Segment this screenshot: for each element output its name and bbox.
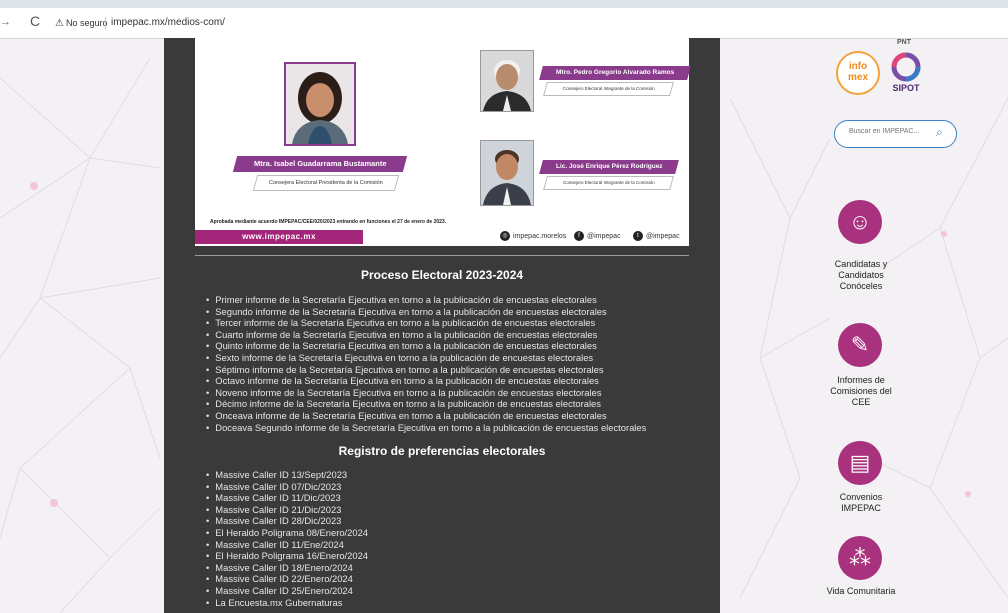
browser-top-strip bbox=[0, 0, 1008, 8]
sipot-logo-icon[interactable] bbox=[889, 52, 923, 82]
list-item[interactable]: Sexto informe de la Secretaría Ejecutiva… bbox=[206, 352, 646, 364]
list-item[interactable]: Massive Caller ID 11/Dic/2023 bbox=[206, 492, 368, 504]
warning-icon: ⚠ bbox=[55, 18, 64, 29]
document-icon[interactable]: ▤ bbox=[838, 441, 882, 485]
section-title-proceso: Proceso Electoral 2023-2024 bbox=[360, 268, 524, 282]
facebook-icon: f bbox=[574, 231, 584, 242]
candidates-icon[interactable]: ☺ bbox=[838, 200, 882, 244]
social-label: @impepac bbox=[646, 233, 680, 240]
list-item[interactable]: La Encuesta.mx Gubernaturas bbox=[206, 597, 368, 609]
url-separator bbox=[105, 17, 106, 29]
rolebox-left: Consejera Electoral Presidenta de la Com… bbox=[252, 175, 400, 191]
list-item[interactable]: Massive Caller ID 11/Ene/2024 bbox=[206, 539, 368, 551]
reload-icon[interactable]: C bbox=[30, 13, 40, 29]
list-item[interactable]: Cuarto informe de la Secretaría Ejecutiv… bbox=[206, 329, 646, 341]
sidebar-link-candidatas[interactable]: Candidatas y Candidatos Conóceles bbox=[825, 259, 897, 292]
instagram-icon: ◎ bbox=[500, 231, 510, 242]
list-item[interactable]: Quinto informe de la Secretaría Ejecutiv… bbox=[206, 340, 646, 352]
list-item[interactable]: El Heraldo Poligrama 16/Enero/2024 bbox=[206, 550, 368, 562]
section-divider bbox=[195, 255, 689, 256]
social-label: @impepac bbox=[587, 233, 621, 240]
list-item[interactable]: Primer informe de la Secretaría Ejecutiv… bbox=[206, 294, 646, 306]
sipot-label: SIPOT bbox=[892, 83, 920, 93]
social-facebook[interactable]: f @impepac bbox=[574, 230, 621, 244]
approval-note: Aprobada mediante acuerdo IMPEPAC/CEE/02… bbox=[210, 219, 447, 225]
main-content: Mtra. Isabel Guadarrama Bustamante Conse… bbox=[164, 38, 720, 613]
list-item[interactable]: Doceava Segundo informe de la Secretaría… bbox=[206, 422, 646, 434]
sidebar-link-vida-comunitaria[interactable]: Vida Comunitaria bbox=[825, 586, 897, 597]
list-item[interactable]: Massive Caller ID 07/Dic/2023 bbox=[206, 481, 368, 493]
social-instagram[interactable]: ◎ impepac.morelos bbox=[500, 230, 566, 244]
search-input[interactable] bbox=[847, 127, 933, 136]
list-item[interactable]: Onceava informe de la Secretaría Ejecuti… bbox=[206, 410, 646, 422]
list-item[interactable]: Séptimo informe de la Secretaría Ejecuti… bbox=[206, 364, 646, 376]
sidebar-link-informes[interactable]: Informes de Comisiones del CEE bbox=[825, 375, 897, 408]
report-edit-icon[interactable]: ✎ bbox=[838, 323, 882, 367]
list-item[interactable]: El Heraldo Poligrama 08/Enero/2024 bbox=[206, 527, 368, 539]
social-twitter[interactable]: t @impepac bbox=[633, 230, 680, 244]
commission-banner: Mtra. Isabel Guadarrama Bustamante Conse… bbox=[195, 38, 691, 246]
registro-list: Massive Caller ID 13/Sept/2023 Massive C… bbox=[206, 469, 368, 608]
social-label: impepac.morelos bbox=[513, 233, 567, 240]
list-item[interactable]: Massive Caller ID 18/Enero/2024 bbox=[206, 562, 368, 574]
nameplate-bottom-right: Lic. José Enrique Pérez Rodríguez bbox=[539, 160, 679, 174]
informes-list: Primer informe de la Secretaría Ejecutiv… bbox=[206, 294, 646, 433]
list-item[interactable]: Massive Caller ID 25/Enero/2024 bbox=[206, 585, 368, 597]
search-icon[interactable]: ⌕ bbox=[936, 125, 943, 140]
url-text[interactable]: impepac.mx/medios-com/ bbox=[111, 17, 225, 28]
twitter-icon: t bbox=[633, 231, 643, 242]
portrait-isabel-guadarrama bbox=[284, 62, 356, 146]
infomex-line1: info bbox=[848, 61, 868, 72]
list-item[interactable]: Massive Caller ID 21/Dic/2023 bbox=[206, 504, 368, 516]
sidebar-link-convenios[interactable]: Convenios IMPEPAC bbox=[825, 492, 897, 514]
list-item[interactable]: Octavo informe de la Secretaría Ejecutiv… bbox=[206, 375, 646, 387]
list-item[interactable]: Noveno informe de la Secretaría Ejecutiv… bbox=[206, 387, 646, 399]
back-arrow-icon[interactable]: → bbox=[0, 16, 11, 28]
list-item[interactable]: Tercer informe de la Secretaría Ejecutiv… bbox=[206, 317, 646, 329]
nameplate-top-right: Mtro. Pedro Gregorio Alvarado Ramos bbox=[539, 66, 691, 80]
rolebox-top-right: Consejero Electoral Integrante de la Com… bbox=[543, 82, 674, 96]
site-url-badge[interactable]: www.impepac.mx bbox=[195, 230, 363, 244]
security-indicator[interactable]: ⚠ No seguro bbox=[55, 18, 108, 29]
list-item[interactable]: Massive Caller ID 28/Dic/2023 bbox=[206, 515, 368, 527]
nameplate-left: Mtra. Isabel Guadarrama Bustamante bbox=[232, 156, 408, 172]
list-item[interactable]: Décimo informe de la Secretaría Ejecutiv… bbox=[206, 398, 646, 410]
infomex-logo[interactable]: info mex bbox=[836, 51, 880, 95]
community-icon[interactable]: ⁂ bbox=[838, 536, 882, 580]
section-title-registro: Registro de preferencias electorales bbox=[338, 444, 546, 458]
rolebox-bottom-right: Consejero Electoral Integrante de la Com… bbox=[543, 176, 674, 190]
infomex-line2: mex bbox=[847, 72, 868, 83]
portrait-jose-perez bbox=[480, 140, 534, 206]
list-item[interactable]: Segundo informe de la Secretaría Ejecuti… bbox=[206, 306, 646, 318]
search-box[interactable]: ⌕ bbox=[834, 120, 957, 148]
portrait-pedro-alvarado bbox=[480, 50, 534, 112]
security-label: No seguro bbox=[65, 18, 108, 28]
pnt-label: PNT bbox=[897, 39, 911, 46]
list-item[interactable]: Massive Caller ID 13/Sept/2023 bbox=[206, 469, 368, 481]
list-item[interactable]: Massive Caller ID 22/Enero/2024 bbox=[206, 573, 368, 585]
